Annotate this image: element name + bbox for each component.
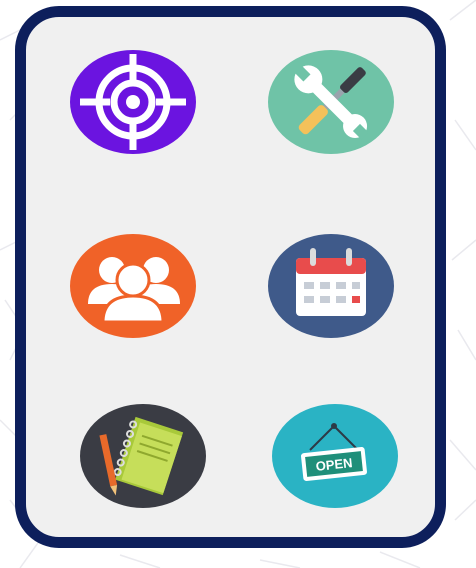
target-icon[interactable]	[70, 50, 196, 154]
open-sign-icon[interactable]: OPEN	[272, 404, 398, 508]
tools-icon[interactable]	[268, 50, 394, 154]
group-icon[interactable]	[70, 234, 196, 338]
calendar-icon[interactable]	[268, 234, 394, 338]
notebook-icon[interactable]	[80, 404, 206, 508]
